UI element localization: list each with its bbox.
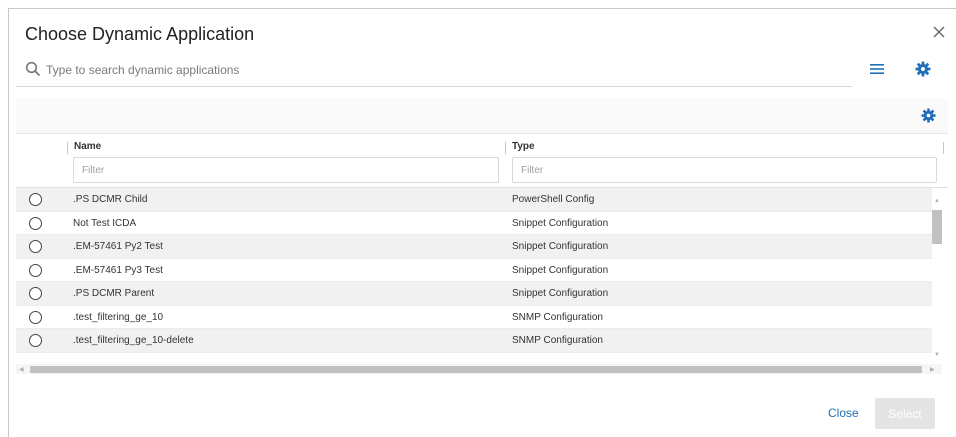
dialog-title: Choose Dynamic Application [25, 24, 255, 44]
gear-icon[interactable] [915, 61, 931, 77]
hamburger-menu-icon[interactable] [869, 62, 885, 76]
name-cell: .EM-57461 Py2 Test [73, 241, 163, 252]
search-bar [16, 57, 852, 87]
scroll-up-arrow-icon[interactable]: ▲ [934, 198, 940, 204]
type-cell: SNMP Configuration [512, 311, 603, 323]
column-resize-handle[interactable] [67, 142, 68, 154]
table-row[interactable]: .EM-57461 Py2 Test Snippet Configuration [16, 235, 932, 259]
scroll-down-arrow-icon[interactable]: ▼ [934, 352, 940, 358]
table-row[interactable]: .EM-57461 Py3 Test Snippet Configuration [16, 259, 932, 282]
name-cell: .EM-57461 Py3 Test [73, 264, 163, 276]
row-radio-button[interactable] [29, 216, 42, 230]
table-header: Name Type [16, 134, 948, 188]
name-cell: .PS DCMR Parent [73, 288, 155, 299]
horizontal-scroll-thumb[interactable] [30, 366, 922, 373]
table-settings-gear-icon[interactable] [921, 108, 936, 123]
name-cell: .PS DCMR Child [73, 194, 148, 205]
table-body: .PS DCMR Child PowerShell Config Not Tes… [16, 188, 932, 360]
row-radio-button[interactable] [29, 334, 42, 347]
close-icon[interactable] [932, 25, 946, 39]
name-cell: .test_filtering_ge_10 [73, 311, 164, 323]
table-toolbar [16, 98, 948, 134]
row-radio-button[interactable] [29, 193, 42, 206]
vertical-scroll-thumb[interactable] [932, 210, 942, 244]
column-resize-handle[interactable] [505, 142, 506, 154]
type-cell: SNMP Configuration [512, 335, 603, 346]
search-input[interactable] [46, 59, 836, 81]
table-row[interactable]: Not Test ICDA Snippet Configuration [16, 212, 932, 235]
type-cell: Snippet Configuration [512, 288, 609, 299]
scroll-left-arrow-icon[interactable]: ◀ [19, 366, 24, 373]
column-header-type[interactable]: Type [512, 141, 535, 152]
name-cell: Not Test ICDA [73, 217, 137, 229]
type-cell: Snippet Configuration [512, 264, 609, 276]
column-header-name[interactable]: Name [74, 141, 101, 152]
row-radio-button[interactable] [29, 310, 42, 324]
scroll-right-arrow-icon[interactable]: ▶ [930, 366, 935, 373]
name-filter-input[interactable] [73, 157, 499, 183]
type-filter-input[interactable] [512, 157, 937, 183]
table-row[interactable]: .test_filtering_ge_10 SNMP Configuration [16, 306, 932, 329]
type-cell: Snippet Configuration [512, 217, 609, 229]
row-radio-button[interactable] [29, 287, 42, 300]
name-cell: .test_filtering_ge_10-delete [73, 335, 194, 346]
row-radio-button[interactable] [29, 240, 42, 253]
close-button[interactable]: Close [828, 406, 859, 420]
search-icon [25, 61, 41, 77]
type-cell: PowerShell Config [512, 194, 595, 205]
type-cell: Snippet Configuration [512, 241, 609, 252]
select-button[interactable]: Select [875, 398, 935, 429]
column-resize-handle[interactable] [943, 142, 944, 154]
table-row[interactable]: .test_filtering_ge_10-delete SNMP Config… [16, 329, 932, 353]
row-radio-button[interactable] [29, 263, 42, 277]
table-row[interactable]: .PS DCMR Child PowerShell Config [16, 188, 932, 212]
table-row[interactable]: .PS DCMR Parent Snippet Configuration [16, 282, 932, 306]
